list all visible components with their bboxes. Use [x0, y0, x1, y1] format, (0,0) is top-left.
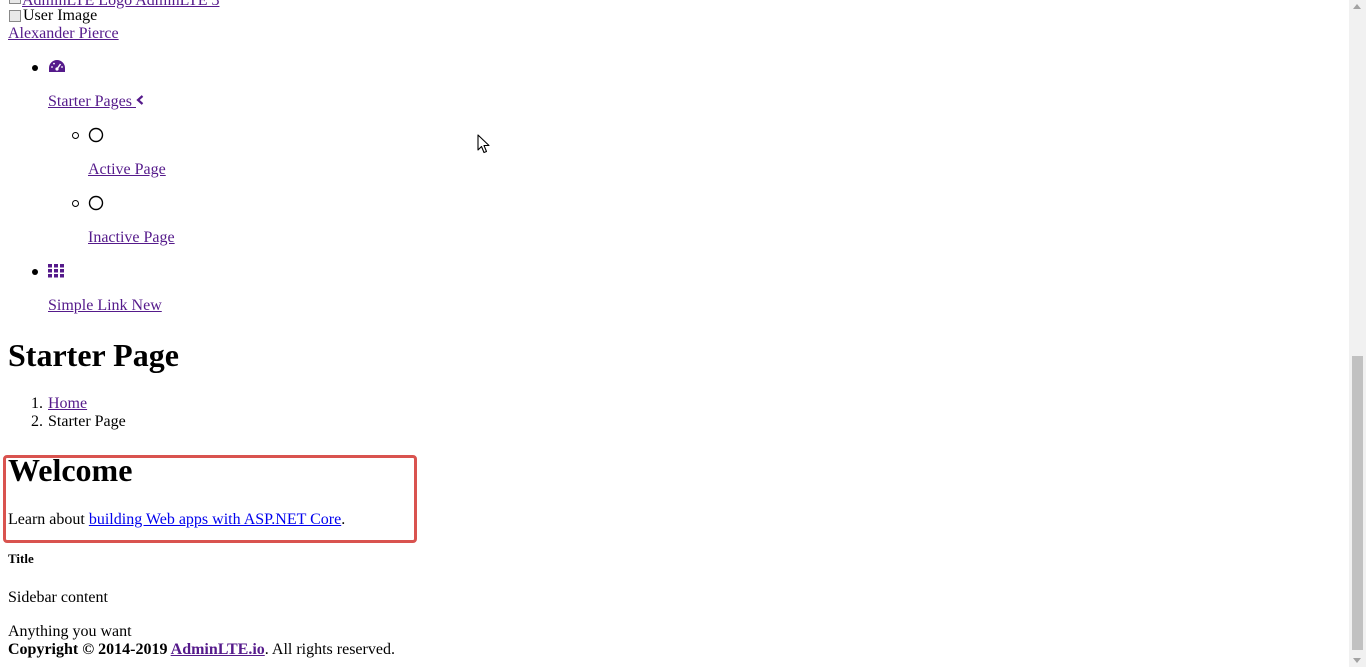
list-bullet: [32, 65, 38, 71]
welcome-text-after: .: [341, 511, 346, 528]
mouse-cursor-icon: [477, 134, 490, 154]
page-title: Starter Page: [8, 337, 179, 373]
sidebar-item-inactive-page[interactable]: Inactive Page: [88, 229, 175, 247]
circle-icon: [88, 195, 104, 211]
welcome-title: Welcome: [8, 452, 133, 488]
breadcrumb-home-link[interactable]: Home: [48, 395, 87, 413]
breadcrumb-current: Starter Page: [48, 413, 126, 430]
logo-image: [8, 0, 22, 5]
chevron-left-icon: [136, 95, 144, 105]
grid-icon: [48, 264, 64, 278]
control-sidebar-content: Sidebar content: [8, 589, 108, 606]
sidebar-item-simple-link[interactable]: Simple Link New: [48, 297, 162, 315]
broken-image-icon: [8, 9, 22, 23]
user-name-link[interactable]: Alexander Pierce: [8, 25, 119, 43]
scroll-down-icon[interactable]: [1353, 658, 1361, 663]
footer-copyright: Copyright © 2014-2019 AdminLTE.io. All r…: [8, 641, 395, 659]
control-sidebar-title: Title: [8, 551, 34, 566]
list-bullet: [72, 132, 79, 139]
welcome-text-before: Learn about: [8, 511, 85, 528]
list-bullet: [32, 269, 38, 275]
footer-right-text: Anything you want: [8, 623, 132, 640]
sidebar-item-label: Starter Pages: [48, 93, 132, 110]
list-bullet: [72, 200, 79, 207]
user-image: User Image: [8, 7, 97, 25]
scroll-up-icon[interactable]: [1353, 4, 1361, 9]
sidebar-item-active-page[interactable]: Active Page: [88, 161, 166, 179]
sidebar-item-starter-pages[interactable]: Starter Pages: [48, 93, 144, 111]
user-image-alt: User Image: [23, 7, 98, 24]
vertical-scrollbar[interactable]: [1349, 0, 1366, 667]
copyright-prefix: Copyright © 2014-2019: [8, 641, 168, 658]
adminlte-link[interactable]: AdminLTE.io: [171, 641, 265, 658]
breadcrumb-number: 1.: [31, 395, 43, 412]
welcome-text: Learn about building Web apps with ASP.N…: [8, 511, 345, 529]
breadcrumb-number: 2.: [31, 413, 43, 430]
tachometer-icon: [49, 60, 65, 72]
copyright-suffix: . All rights reserved.: [264, 641, 395, 658]
scrollbar-thumb[interactable]: [1352, 356, 1363, 650]
circle-icon: [88, 127, 104, 143]
aspnet-core-link[interactable]: building Web apps with ASP.NET Core: [89, 511, 341, 528]
